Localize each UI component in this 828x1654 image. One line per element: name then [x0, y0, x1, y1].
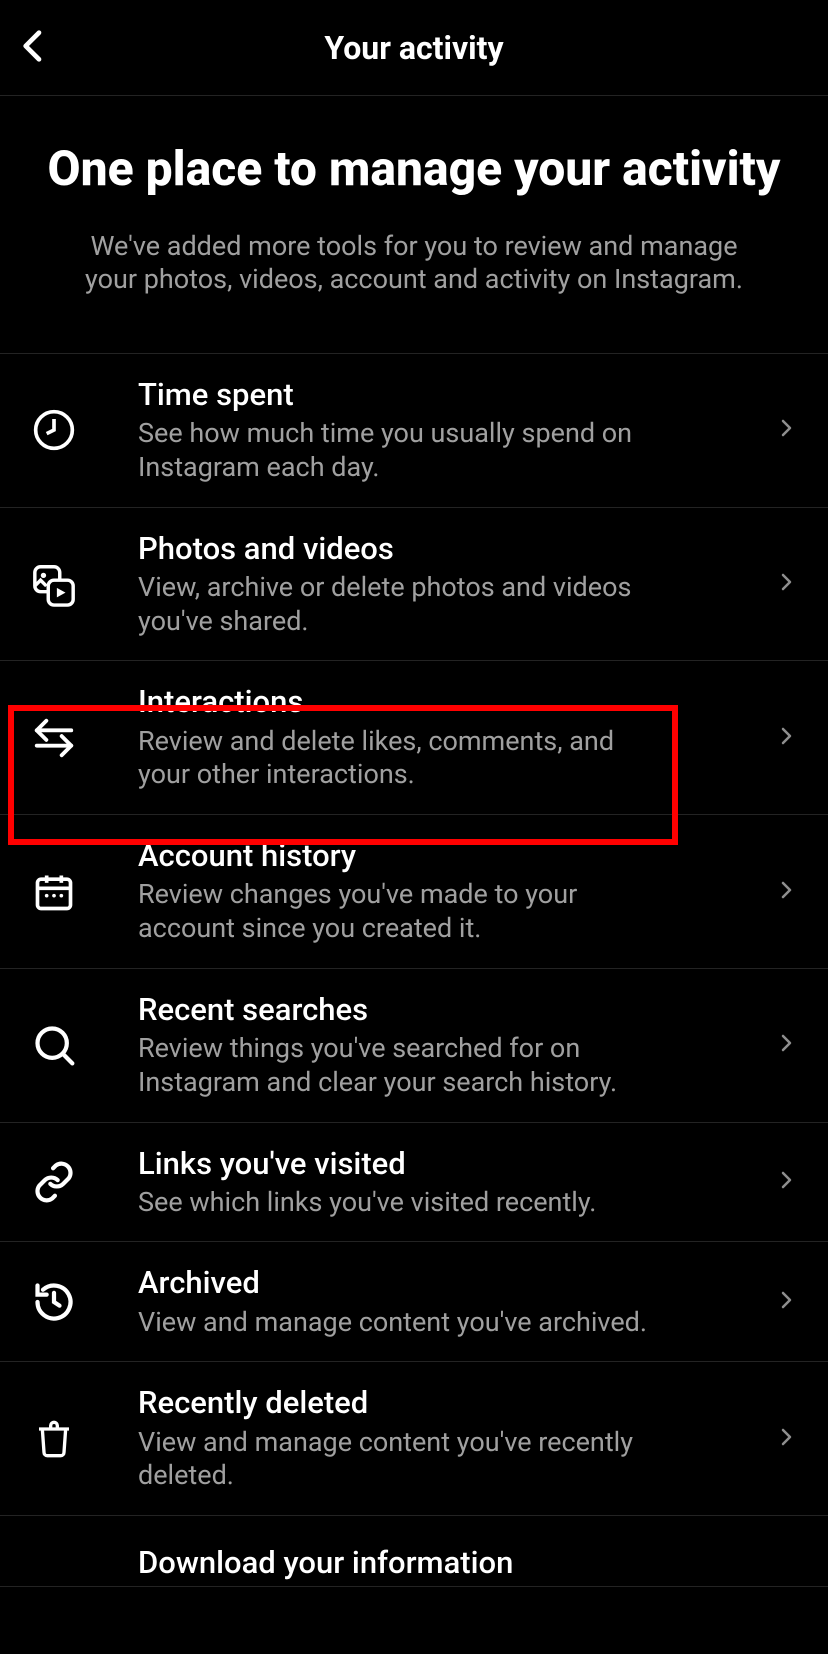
chevron-right-icon: [774, 1031, 798, 1059]
item-desc: View and manage content you've recently …: [138, 1426, 658, 1494]
item-time-spent[interactable]: Time spent See how much time you usually…: [0, 354, 828, 508]
chevron-right-icon: [774, 1168, 798, 1196]
intro-subtext: We've added more tools for you to review…: [40, 230, 788, 298]
item-desc: View, archive or delete photos and video…: [138, 571, 658, 639]
item-account-history[interactable]: Account history Review changes you've ma…: [0, 815, 828, 969]
clock-icon: [30, 406, 78, 454]
chevron-right-icon: [774, 878, 798, 906]
download-icon: [30, 1538, 78, 1586]
chevron-right-icon: [774, 416, 798, 444]
search-icon: [30, 1021, 78, 1069]
intro-section: One place to manage your activity We've …: [0, 96, 828, 354]
back-button[interactable]: [14, 26, 54, 70]
header: Your activity: [0, 0, 828, 96]
item-title: Links you've visited: [138, 1145, 714, 1182]
item-recent-searches[interactable]: Recent searches Review things you've sea…: [0, 969, 828, 1123]
chevron-right-icon: [774, 1425, 798, 1453]
page-title: Your activity: [0, 29, 828, 67]
item-desc: Review things you've searched for on Ins…: [138, 1032, 658, 1100]
item-recently-deleted[interactable]: Recently deleted View and manage content…: [0, 1362, 828, 1516]
item-desc: Review changes you've made to your accou…: [138, 878, 658, 946]
item-photos-videos[interactable]: Photos and videos View, archive or delet…: [0, 508, 828, 662]
item-desc: View and manage content you've archived.: [138, 1306, 658, 1340]
item-title: Time spent: [138, 376, 714, 413]
item-desc: See how much time you usually spend on I…: [138, 417, 658, 485]
chevron-left-icon: [14, 26, 54, 66]
intro-heading: One place to manage your activity: [40, 140, 788, 198]
chevron-right-icon: [774, 724, 798, 752]
item-title: Recent searches: [138, 991, 714, 1028]
item-links-visited[interactable]: Links you've visited See which links you…: [0, 1123, 828, 1243]
photos-videos-icon: [30, 560, 78, 608]
trash-icon: [30, 1415, 78, 1463]
item-download-info[interactable]: Download your information: [0, 1516, 828, 1587]
item-title: Account history: [138, 837, 714, 874]
activity-list: Time spent See how much time you usually…: [0, 354, 828, 1587]
item-desc: See which links you've visited recently.: [138, 1186, 658, 1220]
chevron-right-icon: [774, 1288, 798, 1316]
item-desc: Review and delete likes, comments, and y…: [138, 725, 658, 793]
chevron-right-icon: [774, 570, 798, 598]
item-title: Interactions: [138, 683, 714, 720]
item-title: Photos and videos: [138, 530, 714, 567]
item-title: Download your information: [138, 1544, 738, 1581]
item-interactions[interactable]: Interactions Review and delete likes, co…: [0, 661, 828, 815]
interactions-icon: [30, 714, 78, 762]
archive-icon: [30, 1278, 78, 1326]
item-archived[interactable]: Archived View and manage content you've …: [0, 1242, 828, 1362]
item-title: Archived: [138, 1264, 714, 1301]
calendar-icon: [30, 868, 78, 916]
link-icon: [30, 1158, 78, 1206]
item-title: Recently deleted: [138, 1384, 714, 1421]
